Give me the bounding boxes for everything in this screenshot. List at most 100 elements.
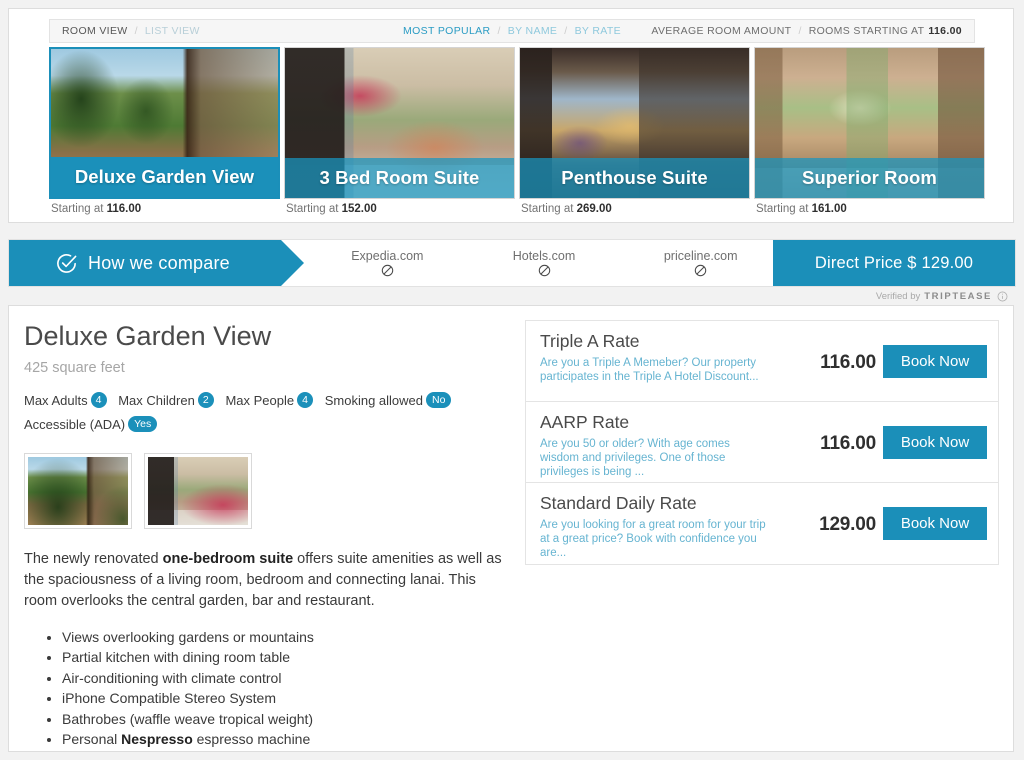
description-pre: The newly renovated xyxy=(24,551,163,567)
spec-value: 4 xyxy=(297,392,314,408)
rate-price: 116.00 xyxy=(820,433,876,454)
spec-value: No xyxy=(426,392,452,408)
amenity-text: Views overlooking gardens or mountains xyxy=(62,628,314,645)
amenity-brand: Nespresso xyxy=(121,731,193,747)
room-card-price: Starting at 269.00 xyxy=(521,203,612,215)
book-now-button[interactable]: Book Now xyxy=(883,426,987,459)
list-item: Views overlooking gardens or mountains xyxy=(62,627,519,648)
rate-row-standard-daily: Standard Daily Rate Are you looking for … xyxy=(526,483,998,564)
page-title: Deluxe Garden View xyxy=(24,321,272,351)
spec-value: Yes xyxy=(128,416,158,432)
amenity-text-post: espresso machine xyxy=(192,731,311,747)
amenities-list: Views overlooking gardens or mountains P… xyxy=(24,627,519,750)
sort-most-popular[interactable]: MOST POPULAR xyxy=(403,25,490,37)
room-card-image: Superior Room xyxy=(754,47,985,199)
room-size: 425 square feet xyxy=(24,360,125,376)
room-card-title: Penthouse Suite xyxy=(520,158,749,198)
room-card-deluxe-garden-view[interactable]: Deluxe Garden View Starting at 116.00 xyxy=(49,47,280,215)
starting-at-value: 116.00 xyxy=(106,203,142,215)
ota-expedia: Expedia.com xyxy=(309,240,466,286)
room-specs: Max Adults 4 Max Children 2 Max People 4 Sm… xyxy=(24,389,484,437)
rate-price: 116.00 xyxy=(820,352,876,373)
spec-value: 2 xyxy=(197,392,214,408)
starting-at-label: Starting at xyxy=(756,203,809,215)
sort-by-rate[interactable]: BY RATE xyxy=(575,25,621,37)
ota-list: Expedia.com Hotels.com priceline.com xyxy=(309,240,779,286)
check-circle-icon xyxy=(55,252,78,275)
list-item: Personal Nespresso espresso machine xyxy=(62,729,519,750)
direct-price-label: Direct Price $ 129.00 xyxy=(814,253,974,272)
rate-description: Are you looking for a great room for you… xyxy=(540,519,766,559)
spec-label: Accessible (ADA) xyxy=(24,417,126,432)
rate-description: Are you a Triple A Memeber? Our property… xyxy=(540,357,759,383)
list-item: Air-conditioning with climate control xyxy=(62,668,519,689)
description-highlight: one-bedroom suite xyxy=(162,551,294,567)
room-cards-row: Deluxe Garden View Starting at 116.00 3 … xyxy=(49,47,985,217)
info-circle-icon[interactable] xyxy=(997,291,1008,302)
room-card-superior-room[interactable]: Superior Room Starting at 161.00 xyxy=(754,47,985,215)
toolbar-separator: / xyxy=(564,25,568,37)
spec-label: Max Children xyxy=(118,393,195,408)
rate-description: Are you 50 or older? With age comes wisd… xyxy=(540,438,730,478)
how-we-compare-label: How we compare xyxy=(88,252,230,273)
room-card-image: 3 Bed Room Suite xyxy=(284,47,515,199)
amenity-text: Air-conditioning with climate control xyxy=(62,669,282,686)
room-gallery-card: ROOM VIEW / LIST VIEW MOST POPULAR / BY … xyxy=(8,8,1014,223)
list-item: iPhone Compatible Stereo System xyxy=(62,688,519,709)
spec-value: 4 xyxy=(90,392,107,408)
starting-at-label: Starting at xyxy=(521,203,574,215)
room-thumbnail-strip xyxy=(24,453,519,529)
spec-label: Max People xyxy=(225,393,295,408)
spec-smoking-allowed: Smoking allowed No xyxy=(324,392,452,408)
spec-label: Smoking allowed xyxy=(324,393,423,408)
room-card-title: Superior Room xyxy=(755,158,984,198)
verified-by-triptease: Verified by TRIPTEASE xyxy=(876,291,1008,302)
no-entry-icon xyxy=(538,264,551,277)
sort-by-name[interactable]: BY NAME xyxy=(508,25,558,37)
thumbnail-image xyxy=(148,457,248,525)
direct-price-banner: Direct Price $ 129.00 xyxy=(750,240,1015,286)
room-card-price: Starting at 161.00 xyxy=(756,203,847,215)
room-card-penthouse-suite[interactable]: Penthouse Suite Starting at 269.00 xyxy=(519,47,750,215)
spec-max-children: Max Children 2 xyxy=(118,392,214,408)
room-card-image: Penthouse Suite xyxy=(519,47,750,199)
no-entry-icon xyxy=(694,264,707,277)
garden-lanai-thumbnail[interactable] xyxy=(24,453,132,529)
starting-at-value: 269.00 xyxy=(576,203,612,215)
price-comparison-bar: How we compare Expedia.com Hotels.com pr… xyxy=(8,239,1016,287)
room-detail-card: Deluxe Garden View 425 square feet Max A… xyxy=(8,305,1014,752)
room-card-image: Deluxe Garden View xyxy=(49,47,280,199)
spec-label: Max Adults xyxy=(24,393,88,408)
room-card-price: Starting at 152.00 xyxy=(286,203,377,215)
list-item: Partial kitchen with dining room table xyxy=(62,647,519,668)
ota-name: priceline.com xyxy=(663,249,738,263)
sort-group: MOST POPULAR / BY NAME / BY RATE xyxy=(50,25,974,37)
living-room-thumbnail[interactable] xyxy=(144,453,252,529)
room-card-title: Deluxe Garden View xyxy=(51,157,278,197)
starting-at-label: Starting at xyxy=(286,203,339,215)
starting-at-label: Starting at xyxy=(51,203,104,215)
spec-max-people: Max People 4 xyxy=(225,392,314,408)
room-description: The newly renovated one-bedroom suite of… xyxy=(24,549,511,612)
how-we-compare-banner: How we compare xyxy=(9,240,304,286)
starting-at-value: 152.00 xyxy=(341,203,377,215)
room-card-3-bed-room-suite[interactable]: 3 Bed Room Suite Starting at 152.00 xyxy=(284,47,515,215)
triptease-brand: TRIPTEASE xyxy=(924,291,992,302)
room-card-price: Starting at 116.00 xyxy=(51,203,141,215)
toolbar-separator: / xyxy=(497,25,501,37)
room-detail-left-column: Deluxe Garden View 425 square feet Max A… xyxy=(24,319,519,760)
gallery-toolbar: ROOM VIEW / LIST VIEW MOST POPULAR / BY … xyxy=(49,19,975,43)
ota-name: Hotels.com xyxy=(512,249,576,263)
rate-row-aarp: AARP Rate Are you 50 or older? With age … xyxy=(526,402,998,483)
ota-name: Expedia.com xyxy=(351,249,424,263)
verified-prefix: Verified by xyxy=(875,291,921,302)
book-now-button[interactable]: Book Now xyxy=(883,507,987,540)
rate-price: 129.00 xyxy=(819,514,876,535)
rate-row-triple-a: Triple A Rate Are you a Triple A Memeber… xyxy=(526,321,998,402)
list-item: Bathrobes (waffle weave tropical weight) xyxy=(62,709,519,730)
room-photo xyxy=(28,457,128,525)
amenity-text: Personal xyxy=(62,731,122,747)
book-now-button[interactable]: Book Now xyxy=(883,345,987,378)
amenity-text: iPhone Compatible Stereo System xyxy=(62,690,276,706)
room-card-title: 3 Bed Room Suite xyxy=(285,158,514,198)
